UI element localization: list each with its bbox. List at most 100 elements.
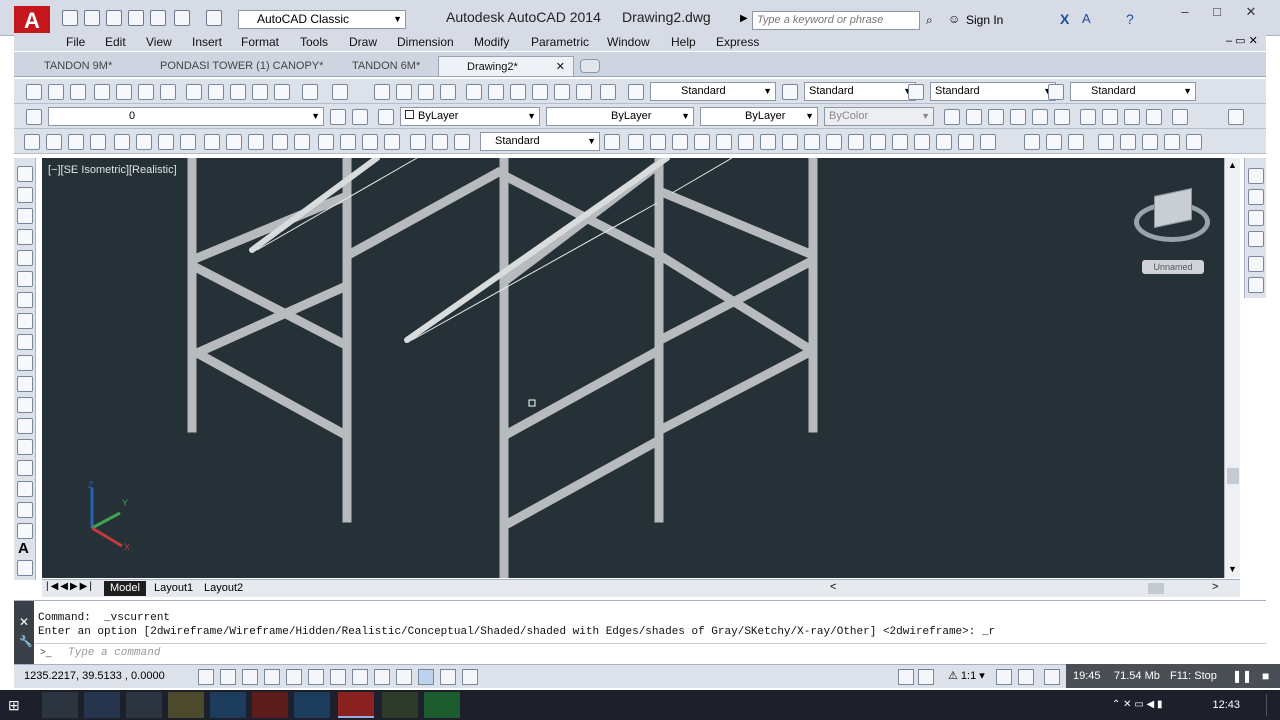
- dim-linear-icon[interactable]: [24, 134, 40, 150]
- menu-view[interactable]: View: [146, 35, 172, 49]
- zoom-window-icon[interactable]: [418, 84, 434, 100]
- fillet-icon[interactable]: [936, 134, 952, 150]
- add-selected-icon[interactable]: [17, 560, 33, 576]
- dim-style-icon[interactable]: [782, 84, 798, 100]
- spellcheck-icon[interactable]: [1248, 256, 1264, 272]
- move-icon[interactable]: [738, 134, 754, 150]
- tab-model[interactable]: Model: [104, 581, 146, 596]
- autocad-taskbar-icon[interactable]: [338, 692, 374, 718]
- dim-diameter-icon[interactable]: [158, 134, 174, 150]
- menu-parametric[interactable]: Parametric: [531, 35, 589, 49]
- ellipse-icon[interactable]: [17, 355, 33, 371]
- view-tool-2-icon[interactable]: [1248, 189, 1264, 205]
- stretch-icon[interactable]: [804, 134, 820, 150]
- snap-mode-icon[interactable]: [220, 669, 236, 685]
- table-style-select[interactable]: Standard▼: [930, 82, 1056, 101]
- save-icon[interactable]: [70, 84, 86, 100]
- 3d-box-icon[interactable]: [944, 109, 960, 125]
- make-current-icon[interactable]: [330, 109, 346, 125]
- spline-icon[interactable]: [17, 334, 33, 350]
- dim-jogged-icon[interactable]: [136, 134, 152, 150]
- new-tab-button[interactable]: [580, 59, 600, 73]
- menu-window[interactable]: Window: [607, 35, 650, 49]
- tolerance-icon[interactable]: [318, 134, 334, 150]
- drawing-viewport[interactable]: Z Y X [−][SE Isometric][Realistic]: [42, 158, 1224, 578]
- menu-format[interactable]: Format: [241, 35, 279, 49]
- circle-icon[interactable]: [17, 292, 33, 308]
- scale-icon[interactable]: [782, 134, 798, 150]
- media-player-icon[interactable]: [42, 692, 78, 718]
- join-icon[interactable]: [892, 134, 908, 150]
- undo-icon[interactable]: [174, 10, 190, 26]
- menu-modify[interactable]: Modify: [474, 35, 509, 49]
- command-input[interactable]: >_ Type a command: [34, 643, 1266, 663]
- grid-icon[interactable]: [242, 669, 258, 685]
- jogged-linear-icon[interactable]: [384, 134, 400, 150]
- tab-layout1[interactable]: Layout1: [148, 581, 199, 596]
- exchange-icon[interactable]: X: [1060, 11, 1069, 27]
- array-icon[interactable]: [716, 134, 732, 150]
- undo-icon[interactable]: [302, 84, 318, 100]
- rectangle-icon[interactable]: [17, 250, 33, 266]
- scroll-thumb[interactable]: [1227, 468, 1239, 484]
- autocad-logo-icon[interactable]: A: [14, 6, 50, 36]
- gradient-icon[interactable]: [17, 481, 33, 497]
- zoom-realtime-icon[interactable]: [396, 84, 412, 100]
- text-style-icon[interactable]: [628, 84, 644, 100]
- block-editor-icon[interactable]: [274, 84, 290, 100]
- visual-style-icon[interactable]: [1172, 109, 1188, 125]
- paste-icon[interactable]: [230, 84, 246, 100]
- center-mark-icon[interactable]: [340, 134, 356, 150]
- lineweight-toggle-icon[interactable]: [418, 669, 434, 685]
- iso-nw-icon[interactable]: [1146, 109, 1162, 125]
- tab-tandon-9m[interactable]: TANDON 9M*: [14, 56, 146, 76]
- scroll-right-icon[interactable]: >: [1212, 581, 1218, 593]
- ortho-icon[interactable]: [264, 669, 280, 685]
- menu-draw[interactable]: Draw: [349, 35, 377, 49]
- search-input[interactable]: Type a keyword or phrase: [752, 11, 920, 30]
- menu-file[interactable]: File: [66, 35, 85, 49]
- table-style-icon[interactable]: [908, 84, 924, 100]
- iso-sw-icon[interactable]: [1080, 109, 1096, 125]
- excel-icon[interactable]: [424, 692, 460, 718]
- scroll-left-icon[interactable]: <: [830, 581, 836, 593]
- color-select[interactable]: ByLayer ▼: [400, 107, 540, 126]
- wrench-icon[interactable]: 🔧: [19, 635, 33, 648]
- plot-icon[interactable]: [150, 10, 166, 26]
- open-icon[interactable]: [48, 84, 64, 100]
- help-icon[interactable]: ?: [1126, 11, 1134, 27]
- expand-icon[interactable]: ▶: [740, 13, 748, 24]
- mleader-style-icon[interactable]: [1048, 84, 1064, 100]
- polyline-icon[interactable]: [17, 208, 33, 224]
- ucs-view-icon[interactable]: [1186, 134, 1202, 150]
- zoom-extents-icon[interactable]: [1228, 109, 1244, 125]
- table-icon[interactable]: [17, 523, 33, 539]
- layer-state-icon[interactable]: [378, 109, 394, 125]
- linetype-select[interactable]: ByLayer ▼: [546, 107, 694, 126]
- quick-view-icon[interactable]: [918, 669, 934, 685]
- dim-radius-icon[interactable]: [114, 134, 130, 150]
- stop-icon[interactable]: ■: [1262, 669, 1269, 683]
- properties-icon[interactable]: [466, 84, 482, 100]
- menu-insert[interactable]: Insert: [192, 35, 222, 49]
- plot-icon[interactable]: [94, 84, 110, 100]
- auto-scale-icon[interactable]: [1018, 669, 1034, 685]
- otrack-icon[interactable]: [352, 669, 368, 685]
- open-icon[interactable]: [84, 10, 100, 26]
- blend-icon[interactable]: [958, 134, 974, 150]
- erase-icon[interactable]: [628, 134, 644, 150]
- dim-style-select-2[interactable]: Standard ▼: [480, 132, 600, 151]
- vertical-scrollbar[interactable]: ▲ ▼: [1224, 158, 1240, 578]
- dim-ordinate-icon[interactable]: [90, 134, 106, 150]
- menu-help[interactable]: Help: [671, 35, 696, 49]
- lineweight-select[interactable]: ByLayer ▼: [700, 107, 818, 126]
- ucs-world-icon[interactable]: [1120, 134, 1136, 150]
- point-icon[interactable]: [17, 439, 33, 455]
- chrome-icon[interactable]: [382, 692, 418, 718]
- acrobat-icon[interactable]: [252, 692, 288, 718]
- ducs-icon[interactable]: [374, 669, 390, 685]
- taskbar-clock[interactable]: 12:43: [1212, 699, 1240, 711]
- view-tool-6-icon[interactable]: [1248, 277, 1264, 293]
- binoculars-icon[interactable]: ⌕: [926, 13, 933, 28]
- workspace-select[interactable]: AutoCAD Classic ▼: [238, 10, 406, 29]
